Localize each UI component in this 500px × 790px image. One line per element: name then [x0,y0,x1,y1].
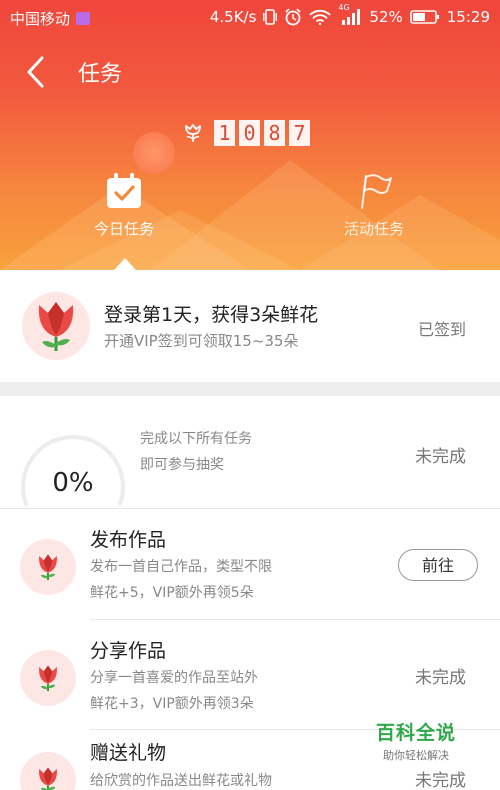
task-name: 分享作品 [90,640,167,662]
header-banner: 中国移动 4.5K/s 4G 52% 15:29 任务 1 0 8 7 今日任务… [0,0,500,270]
rose-avatar [20,650,76,706]
task-row-publish: 发布作品 发布一首自己作品，类型不限 鲜花+5，VIP额外再领5朵 前往 [0,509,500,619]
section-divider [0,382,500,396]
task-status: 未完成 [415,668,466,688]
watermark-subtitle: 助你轻松解决 [382,749,449,762]
signin-card: 登录第1天，获得3朵鲜花 开通VIP签到可领取15~35朵 已签到 [0,270,500,382]
task-reward: 鲜花+5，VIP额外再领5朵 [90,585,254,601]
progress-ring: 0% [18,412,128,512]
chevron-left-icon[interactable] [22,54,52,90]
rose-avatar [20,752,76,790]
page-title: 任务 [78,62,123,87]
task-name: 发布作品 [90,529,167,551]
progress-status: 未完成 [415,447,466,467]
tab-activity-tasks[interactable]: 活动任务 [314,172,434,239]
watermark-title: 百科全说 [375,722,456,744]
rose-icon [39,554,57,581]
watermark-logo: 百科全说 助你轻松解决 [376,718,456,763]
battery-icon [409,10,439,24]
rose-icon [39,665,57,692]
tab-label: 今日任务 [93,220,154,238]
clock-time: 15:29 [446,8,490,26]
carrier-label: 中国移动 [10,10,71,28]
tab-today-tasks[interactable]: 今日任务 [64,172,184,239]
score-digit: 7 [289,120,310,146]
rose-icon [38,302,74,351]
signal-icon: 4G [338,3,362,26]
flower-icon [185,124,201,142]
flower-score: 1 0 8 7 [182,120,310,146]
rose-avatar [20,539,76,595]
task-status: 未完成 [415,771,466,790]
signin-status: 已签到 [417,320,466,339]
network-speed: 4.5K/s [209,8,257,26]
progress-hint-line1: 完成以下所有任务 [140,431,252,447]
rose-icon [39,767,57,790]
score-digit: 8 [264,120,285,146]
task-description: 给欣赏的作品送出鲜花或礼物 [90,773,272,789]
wifi-icon [309,9,332,25]
active-tab-indicator [114,258,136,270]
rose-avatar [22,292,90,360]
score-digit: 0 [239,120,260,146]
task-name: 赠送礼物 [90,742,167,764]
alarm-icon [285,8,301,26]
task-reward: 鲜花+3，VIP额外再领3朵 [90,696,254,712]
go-button[interactable]: 前往 [398,549,478,581]
battery-percent: 52% [369,8,403,26]
calendar-check-icon [107,173,141,208]
task-description: 分享一首喜爱的作品至站外 [90,670,258,686]
progress-percent: 0% [52,468,94,498]
progress-hint-line2: 即可参与抽奖 [140,457,224,473]
signin-subtitle: 开通VIP签到可领取15~35朵 [104,332,299,350]
progress-section: 0% 完成以下所有任务 即可参与抽奖 未完成 [0,396,500,508]
status-bar: 中国移动 4.5K/s 4G 52% 15:29 [0,0,500,36]
sim-badge-icon [76,12,91,25]
tab-label: 活动任务 [343,220,404,238]
task-description: 发布一首自己作品，类型不限 [90,559,272,575]
signin-title: 登录第1天，获得3朵鲜花 [104,304,319,326]
flag-icon [361,174,392,209]
task-row-share: 分享作品 分享一首喜爱的作品至站外 鲜花+3，VIP额外再领3朵 未完成 [0,620,500,730]
score-digit: 1 [214,120,235,146]
vibrate-icon [263,9,278,25]
sun-decoration [133,132,175,174]
